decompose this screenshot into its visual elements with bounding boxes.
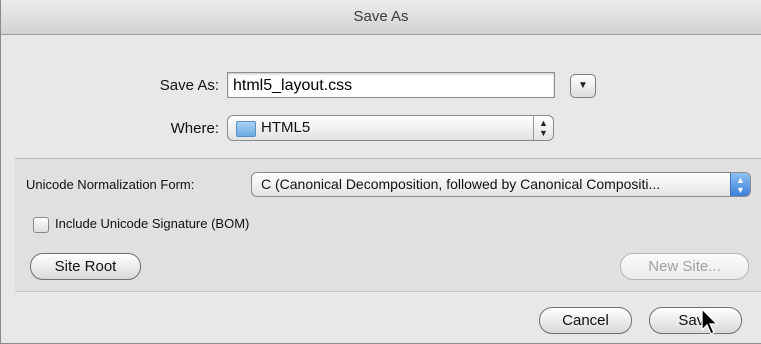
cancel-button[interactable]: Cancel [539, 307, 632, 334]
dialog-title: Save As [1, 0, 761, 35]
new-site-button[interactable]: New Site... [620, 253, 749, 280]
bom-checkbox[interactable] [33, 217, 49, 233]
updown-arrows-icon: ▲ ▼ [730, 173, 750, 196]
filename-input[interactable]: html5_layout.css [227, 72, 555, 98]
chevron-down-icon: ▼ [578, 80, 588, 91]
save-as-dialog: Save As Save As: html5_layout.css ▼ Wher… [0, 0, 761, 344]
mouse-pointer-icon [701, 308, 719, 335]
normalization-label: Unicode Normalization Form: [26, 177, 195, 192]
where-label: Where: [170, 120, 219, 137]
save-as-label: Save As: [159, 77, 219, 94]
bom-label: Include Unicode Signature (BOM) [55, 216, 250, 231]
where-popup[interactable]: HTML5 ▲ ▼ [227, 115, 554, 141]
expand-toggle-button[interactable]: ▼ [570, 74, 596, 98]
updown-arrows-icon: ▲ ▼ [533, 116, 553, 140]
save-button[interactable]: Save [649, 307, 742, 334]
where-value: HTML5 [261, 119, 311, 136]
normalization-popup[interactable]: C (Canonical Decomposition, followed by … [251, 172, 751, 197]
normalization-value: C (Canonical Decomposition, followed by … [261, 176, 661, 192]
site-root-button[interactable]: Site Root [30, 253, 141, 280]
folder-icon [236, 121, 256, 137]
